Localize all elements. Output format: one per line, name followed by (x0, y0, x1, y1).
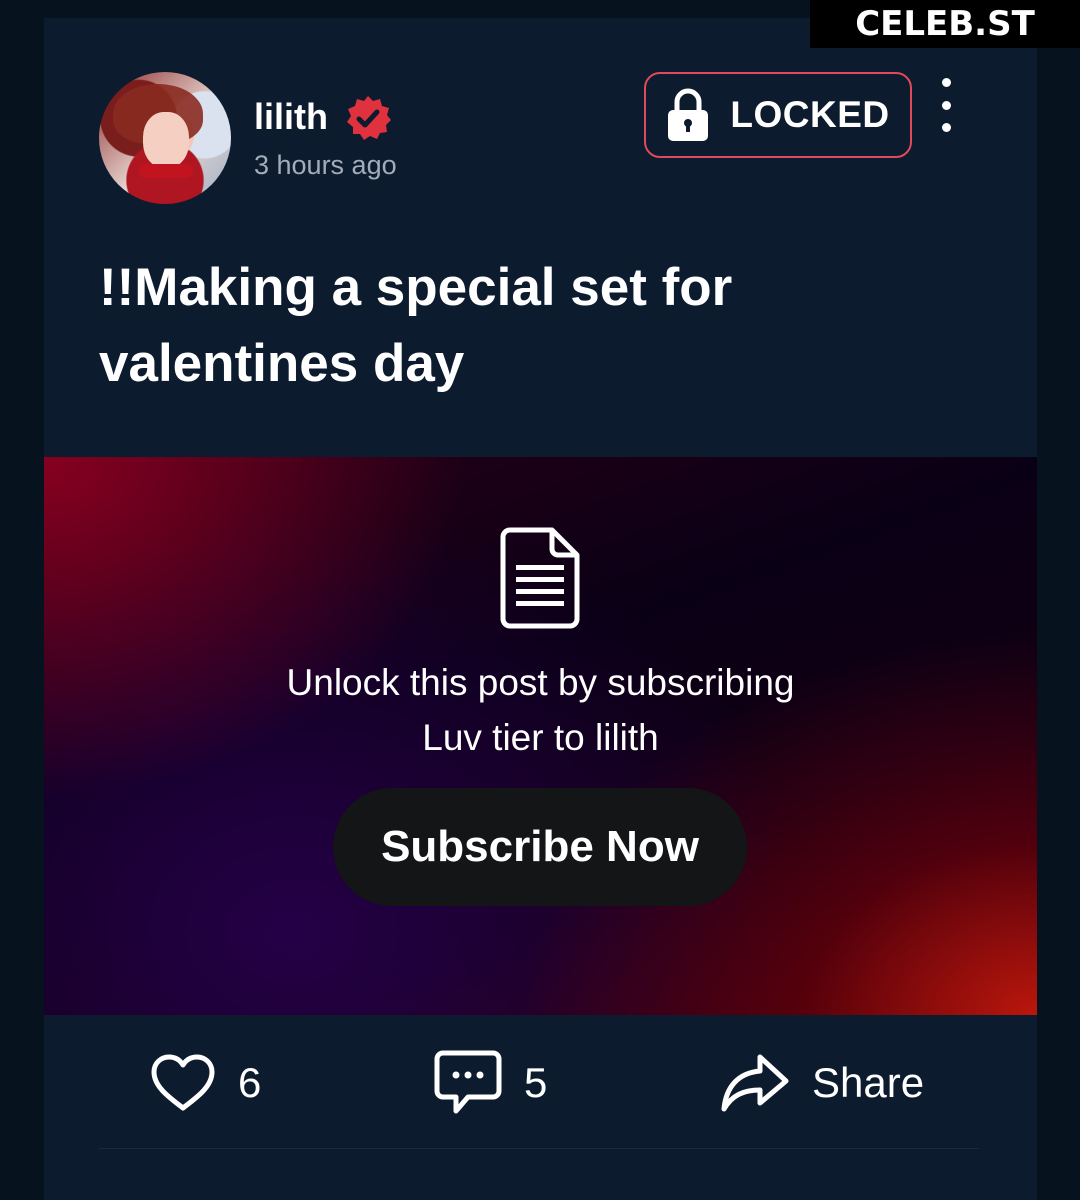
unlock-message: Unlock this post by subscribing Luv tier… (44, 655, 1037, 765)
comment-button[interactable]: 5 (434, 1043, 547, 1123)
share-button[interactable]: Share (720, 1043, 924, 1123)
like-button[interactable]: 6 (150, 1043, 261, 1123)
post-header: lilith 3 hours ago LOCKED (44, 18, 1037, 238)
post-title: !!Making a special set for valentines da… (99, 258, 733, 393)
locked-content-area: Unlock this post by subscribing Luv tier… (44, 457, 1037, 1015)
watermark-logo: CELEB.ST (810, 0, 1080, 48)
heart-icon (151, 1054, 215, 1111)
like-count: 6 (238, 1059, 262, 1106)
share-label: Share (812, 1059, 925, 1106)
comment-count: 5 (524, 1059, 548, 1106)
post-timestamp: 3 hours ago (254, 150, 397, 180)
share-arrow-icon (721, 1054, 789, 1112)
unlock-message-line-1: Unlock this post by subscribing (286, 662, 795, 703)
locked-status-badge: LOCKED (644, 72, 912, 158)
subscribe-now-button[interactable]: Subscribe Now (333, 788, 747, 906)
lock-icon (668, 88, 709, 141)
avatar[interactable] (99, 72, 231, 204)
more-vertical-icon[interactable] (932, 78, 960, 132)
author-name[interactable]: lilith (254, 96, 328, 138)
comment-icon (434, 1050, 502, 1114)
unlock-message-line-2: Luv tier to lilith (422, 717, 659, 758)
post-card: lilith 3 hours ago LOCKED !!Making a spe… (44, 18, 1037, 1200)
post-actions: 6 5 Share (44, 1043, 1037, 1123)
verified-badge-icon (347, 96, 391, 140)
locked-label: LOCKED (730, 94, 890, 135)
divider (99, 1148, 979, 1149)
document-icon (500, 527, 580, 629)
